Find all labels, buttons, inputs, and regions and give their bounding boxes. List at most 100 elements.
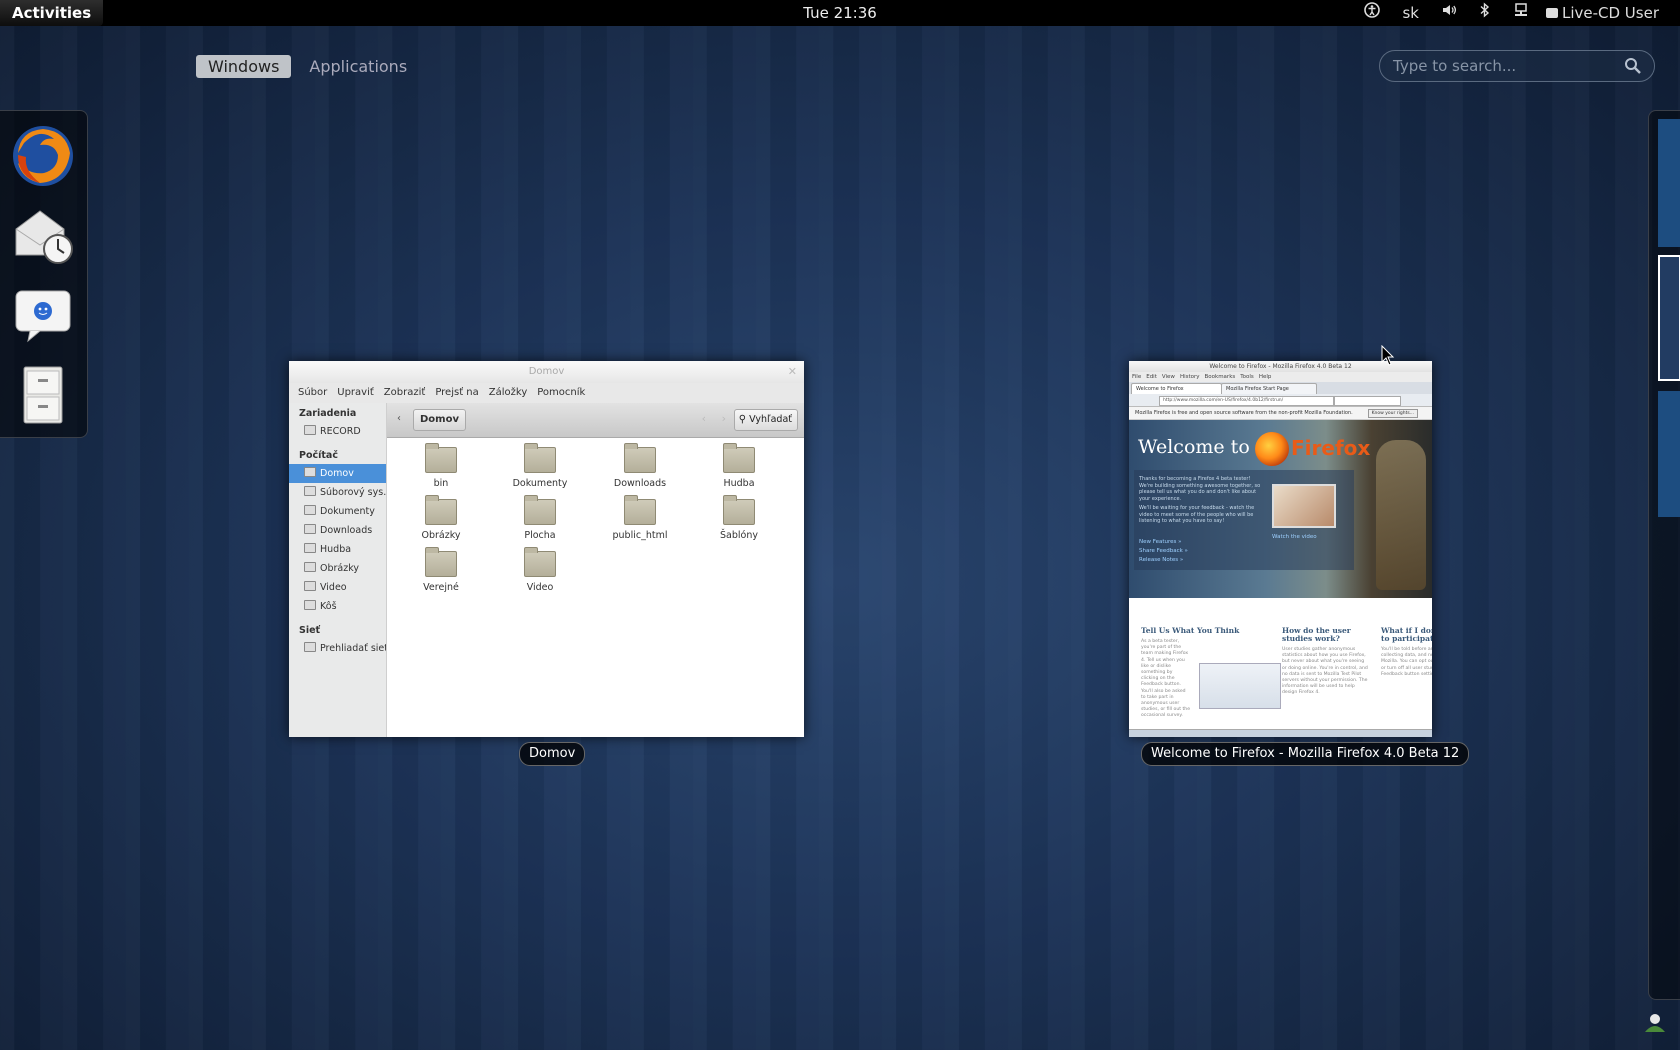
file-item: Plocha — [500, 495, 580, 541]
notice-text: Mozilla Firefox is free and open source … — [1135, 410, 1353, 416]
menu-subor: Súbor — [298, 387, 328, 398]
empathy-chat-icon[interactable] — [10, 281, 76, 347]
file-item: Video — [500, 547, 580, 593]
workspace-thumbnail-active[interactable] — [1658, 255, 1680, 381]
window-thumbnail-nautilus[interactable]: Domov ✕ Súbor Upraviť Zobraziť Prejsť na … — [289, 361, 804, 737]
workspace-thumbnail[interactable] — [1658, 391, 1680, 517]
search-icon: ⚲ — [738, 414, 747, 425]
sidebar-item-label: Prehliadať sieť — [320, 643, 386, 654]
music-folder-icon — [723, 443, 755, 473]
user-menu[interactable]: Live-CD User — [1540, 0, 1670, 26]
workspace-thumbnail[interactable] — [1658, 119, 1680, 247]
drive-icon — [304, 425, 316, 435]
hero-link: Share Feedback » — [1139, 548, 1188, 554]
file-item: public_html — [600, 495, 680, 541]
sidebar-item-kos: Kôš — [289, 597, 386, 616]
videos-folder-icon — [524, 547, 556, 577]
file-item: Obrázky — [401, 495, 481, 541]
filesystem-icon — [304, 486, 316, 496]
firefox-icon[interactable] — [10, 123, 76, 189]
message-tray-user-icon[interactable] — [1642, 1010, 1668, 1036]
file-label: Verejné — [423, 582, 459, 593]
file-item: Downloads — [600, 443, 680, 489]
tab-applications[interactable]: Applications — [297, 55, 419, 78]
back-icon: ‹ — [701, 412, 706, 425]
file-cabinet-icon[interactable] — [10, 361, 76, 427]
sidebar-item-hudba: Hudba — [289, 540, 386, 559]
search-button-label: Vyhľadať — [749, 414, 792, 425]
menu-view: View — [1161, 374, 1175, 380]
desktop-folder-icon — [524, 495, 556, 525]
robot-illustration — [1376, 440, 1426, 590]
search-button: ⚲ Vyhľadať — [733, 409, 798, 431]
search-placeholder: Type to search... — [1393, 57, 1517, 75]
folder-icon — [425, 443, 457, 473]
folder-icon — [304, 505, 316, 515]
column-text: You'll be told before any study begins c… — [1381, 647, 1432, 677]
hero-title: Welcome to — [1138, 436, 1250, 458]
folder-icon — [624, 495, 656, 525]
network-icon[interactable] — [1502, 0, 1540, 26]
menu-tools: Tools — [1240, 374, 1254, 380]
breadcrumb: Domov — [413, 409, 466, 431]
browser-tab: Mozilla Firefox Start Page — [1221, 383, 1317, 394]
accessibility-icon[interactable] — [1353, 0, 1391, 26]
file-item: Šablóny — [699, 495, 779, 541]
tab-windows[interactable]: Windows — [196, 55, 292, 78]
menu-bookmarks: Bookmarks — [1204, 374, 1236, 380]
hero-link: New Features » — [1139, 539, 1182, 545]
file-label: Hudba — [723, 478, 755, 489]
content-columns: Tell Us What You Think As a beta tester,… — [1129, 617, 1432, 737]
activities-button[interactable]: Activities — [0, 0, 104, 26]
column-title: How do the user studies work? — [1282, 626, 1351, 643]
window-thumbnail-firefox[interactable]: Welcome to Firefox - Mozilla Firefox 4.0… — [1129, 361, 1432, 737]
window-title: Welcome to Firefox - Mozilla Firefox 4.0… — [1209, 363, 1352, 370]
column-text: User studies gather anonymous statistics… — [1282, 647, 1368, 696]
folder-icon — [304, 562, 316, 572]
sidebar-item-label: Dokumenty — [320, 506, 375, 517]
sidebar-item-label: Domov — [320, 468, 354, 479]
home-folder-icon — [304, 467, 316, 477]
menu-file: File — [1132, 374, 1142, 380]
column-user-studies: How do the user studies work? User studi… — [1282, 627, 1370, 697]
window-caption-firefox[interactable]: Welcome to Firefox - Mozilla Firefox 4.0… — [1141, 742, 1470, 766]
sidebar-item-label: Kôš — [320, 601, 337, 612]
column-opt-out: What if I don't want to participate? You… — [1381, 627, 1432, 678]
menu-help: Help — [1258, 374, 1272, 380]
chat-status-icon — [1545, 8, 1558, 18]
top-panel: Activities Tue 21:36 sk Live-CD User — [0, 0, 1680, 26]
close-icon: ✕ — [787, 365, 797, 378]
firefox-logo-icon — [1255, 432, 1289, 466]
screenshot-image — [1199, 663, 1281, 709]
tab-strip: Welcome to Firefox Mozilla Firefox Start… — [1129, 382, 1432, 394]
file-label: bin — [433, 478, 449, 489]
watch-video-link: Watch the video — [1272, 534, 1317, 540]
sidebar-item-label: RECORD — [320, 426, 361, 437]
volume-icon[interactable] — [1430, 0, 1468, 26]
search-field — [1334, 396, 1401, 406]
welcome-hero: Welcome to Firefox Thanks for becoming a… — [1129, 420, 1432, 598]
search-icon — [1625, 58, 1641, 74]
column-title: Tell Us What You Think — [1141, 626, 1240, 635]
folder-icon — [304, 524, 316, 534]
status-area: sk Live-CD User — [1353, 0, 1670, 26]
file-label: Obrázky — [421, 530, 461, 541]
sidebar-header-devices: Zariadenia — [299, 408, 357, 419]
menu-upravit: Upraviť — [337, 387, 374, 398]
breadcrumb-label: Domov — [420, 414, 459, 425]
keyboard-layout-indicator[interactable]: sk — [1391, 0, 1430, 26]
dash — [0, 110, 88, 438]
menu-zalozky: Záložky — [488, 387, 528, 398]
hero-brand: Firefox — [1291, 436, 1371, 460]
sidebar-item-network: Prehliadať sieť — [289, 639, 386, 658]
window-caption-nautilus[interactable]: Domov — [519, 742, 586, 766]
bluetooth-icon[interactable] — [1468, 0, 1502, 26]
sidebar-item-filesystem: Súborový sys... — [289, 483, 386, 502]
hero-paragraph: Thanks for becoming a Firefox 4 beta tes… — [1139, 476, 1261, 502]
search-entry[interactable]: Type to search... — [1379, 50, 1655, 82]
mouse-pointer-icon — [1381, 345, 1395, 366]
sidebar-item-label: Súborový sys... — [320, 487, 386, 498]
evolution-mail-icon[interactable] — [10, 201, 76, 267]
file-label: Plocha — [524, 530, 556, 541]
clock-label[interactable]: Tue 21:36 — [803, 4, 877, 22]
